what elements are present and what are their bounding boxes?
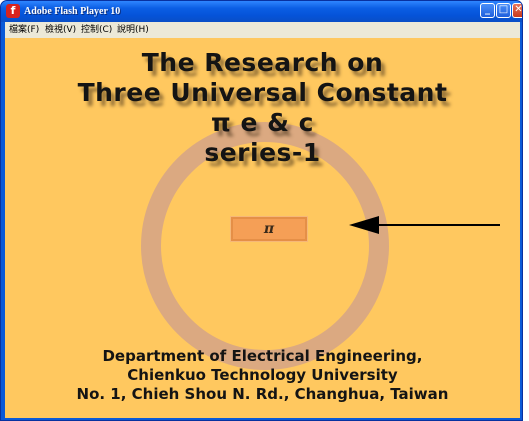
flash-stage: The Research on Three Universal Constant… [5, 38, 520, 418]
maximize-button[interactable]: □ [496, 3, 511, 18]
footer-line-1: Department of Electrical Engineering, [102, 347, 423, 365]
title-line-3: π e & c [211, 108, 314, 137]
menu-control[interactable]: 控制(C) [81, 24, 112, 36]
menu-bar: 檔案(F) 檢視(V) 控制(C) 說明(H) [5, 22, 520, 38]
title-line-2: Three Universal Constant [77, 78, 448, 107]
title-line-1: The Research on [141, 48, 384, 77]
flash-icon: f [6, 4, 20, 18]
arrow-pointer-icon [349, 216, 500, 234]
menu-view[interactable]: 檢視(V) [45, 24, 76, 36]
pi-button[interactable]: π [230, 216, 308, 242]
menu-file[interactable]: 檔案(F) [9, 24, 39, 36]
window-title: Adobe Flash Player 10 [24, 6, 121, 17]
menu-help[interactable]: 說明(H) [117, 24, 149, 36]
minimize-button[interactable]: _ [480, 3, 495, 18]
footer-line-2: Chienkuo Technology University [127, 366, 398, 384]
close-button[interactable]: ✕ [512, 3, 522, 18]
title-line-4: series-1 [204, 138, 321, 167]
title-bar[interactable]: f Adobe Flash Player 10 _ □ ✕ [1, 1, 522, 22]
footer-line-3: No. 1, Chieh Shou N. Rd., Changhua, Taiw… [76, 385, 449, 403]
flash-player-window: f Adobe Flash Player 10 _ □ ✕ 檔案(F) 檢視(V… [0, 0, 523, 421]
